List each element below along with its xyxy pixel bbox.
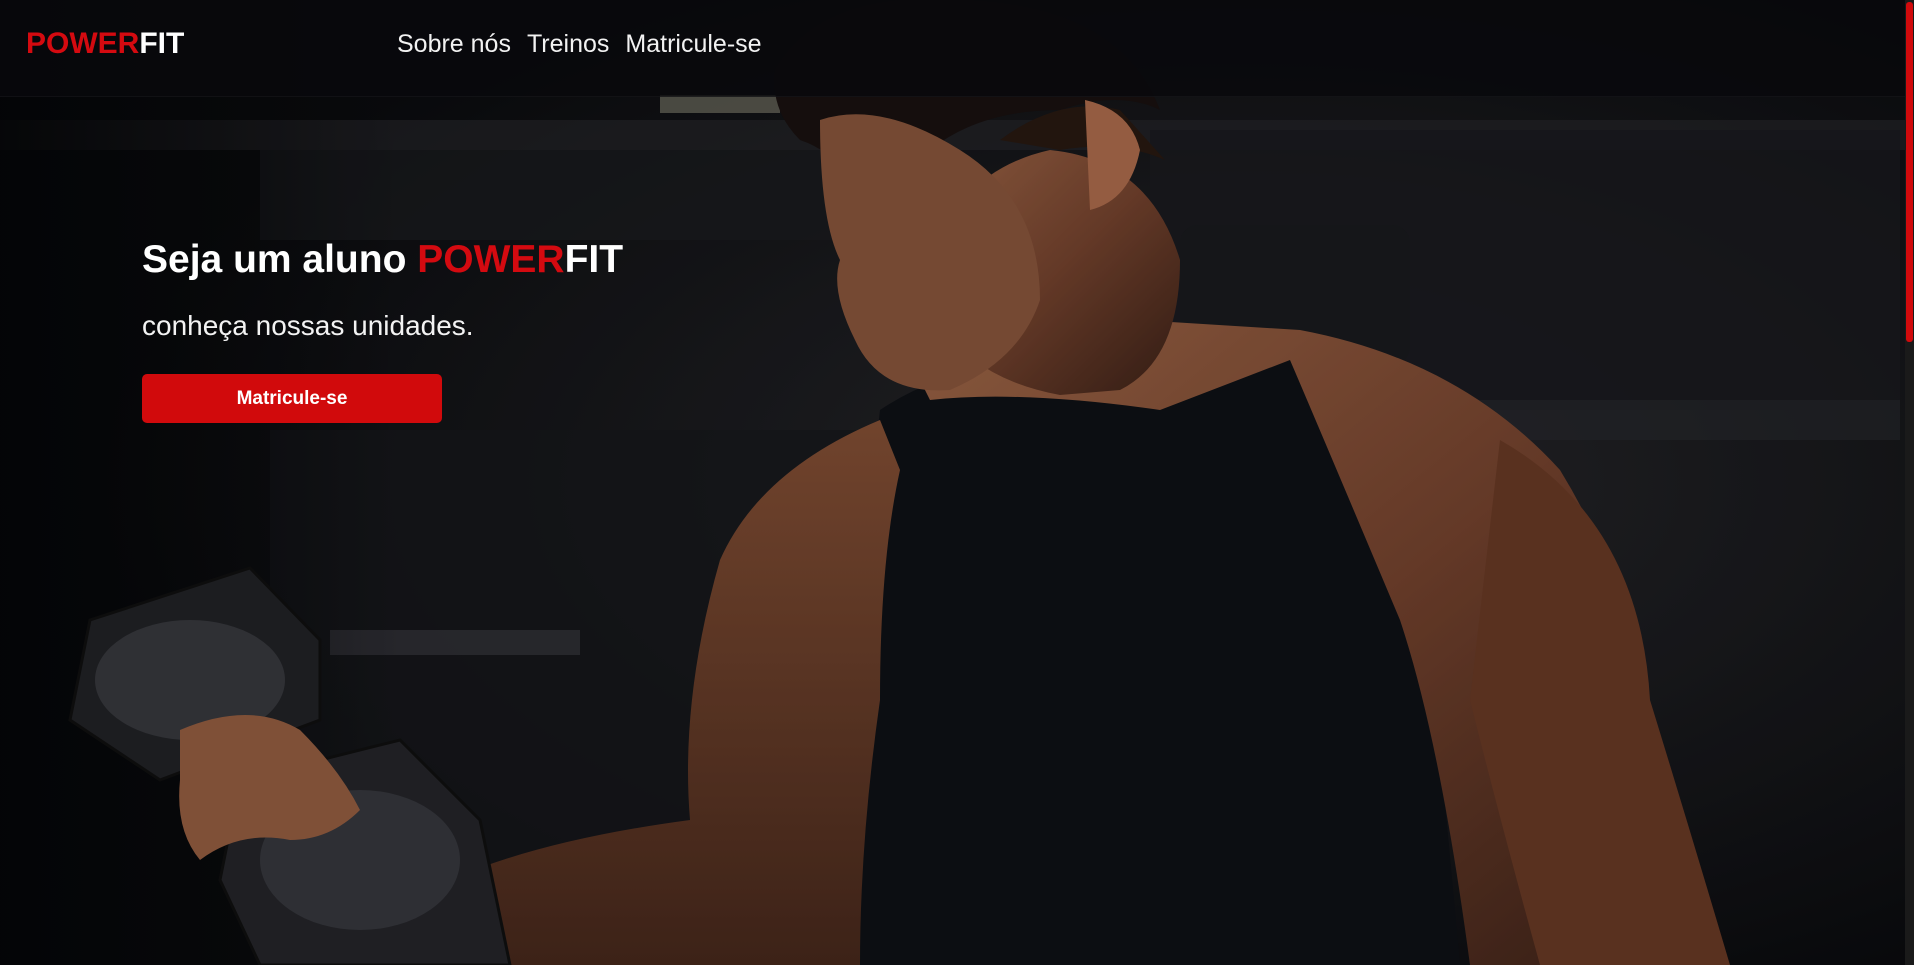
scrollbar-thumb[interactable] [1906, 2, 1913, 342]
nav-link-treinos[interactable]: Treinos [527, 30, 609, 59]
nav-link-matricule-se[interactable]: Matricule-se [625, 30, 761, 59]
hero-title-fit: FIT [564, 238, 624, 281]
logo-fit-text: FIT [139, 27, 185, 60]
hero-title-power: POWER [417, 238, 565, 281]
hero-subtitle: conheça nossas unidades. [142, 310, 474, 341]
page-scrollbar[interactable] [1905, 0, 1914, 965]
hero-section: Seja um aluno POWERFIT conheça nossas un… [142, 238, 623, 423]
matricule-se-button[interactable]: Matricule-se [142, 374, 442, 423]
logo-power-text: POWER [26, 27, 140, 60]
hero-title: Seja um aluno POWERFIT [142, 238, 623, 282]
hero-background-image [0, 0, 1914, 965]
site-logo[interactable]: POWERFIT [26, 27, 184, 61]
hero-title-prefix: Seja um aluno [142, 238, 418, 281]
nav-link-sobre-nos[interactable]: Sobre nós [397, 30, 511, 59]
top-navigation-bar: POWERFIT Sobre nós Treinos Matricule-se [0, 0, 1905, 97]
main-nav: Sobre nós Treinos Matricule-se [397, 30, 762, 59]
